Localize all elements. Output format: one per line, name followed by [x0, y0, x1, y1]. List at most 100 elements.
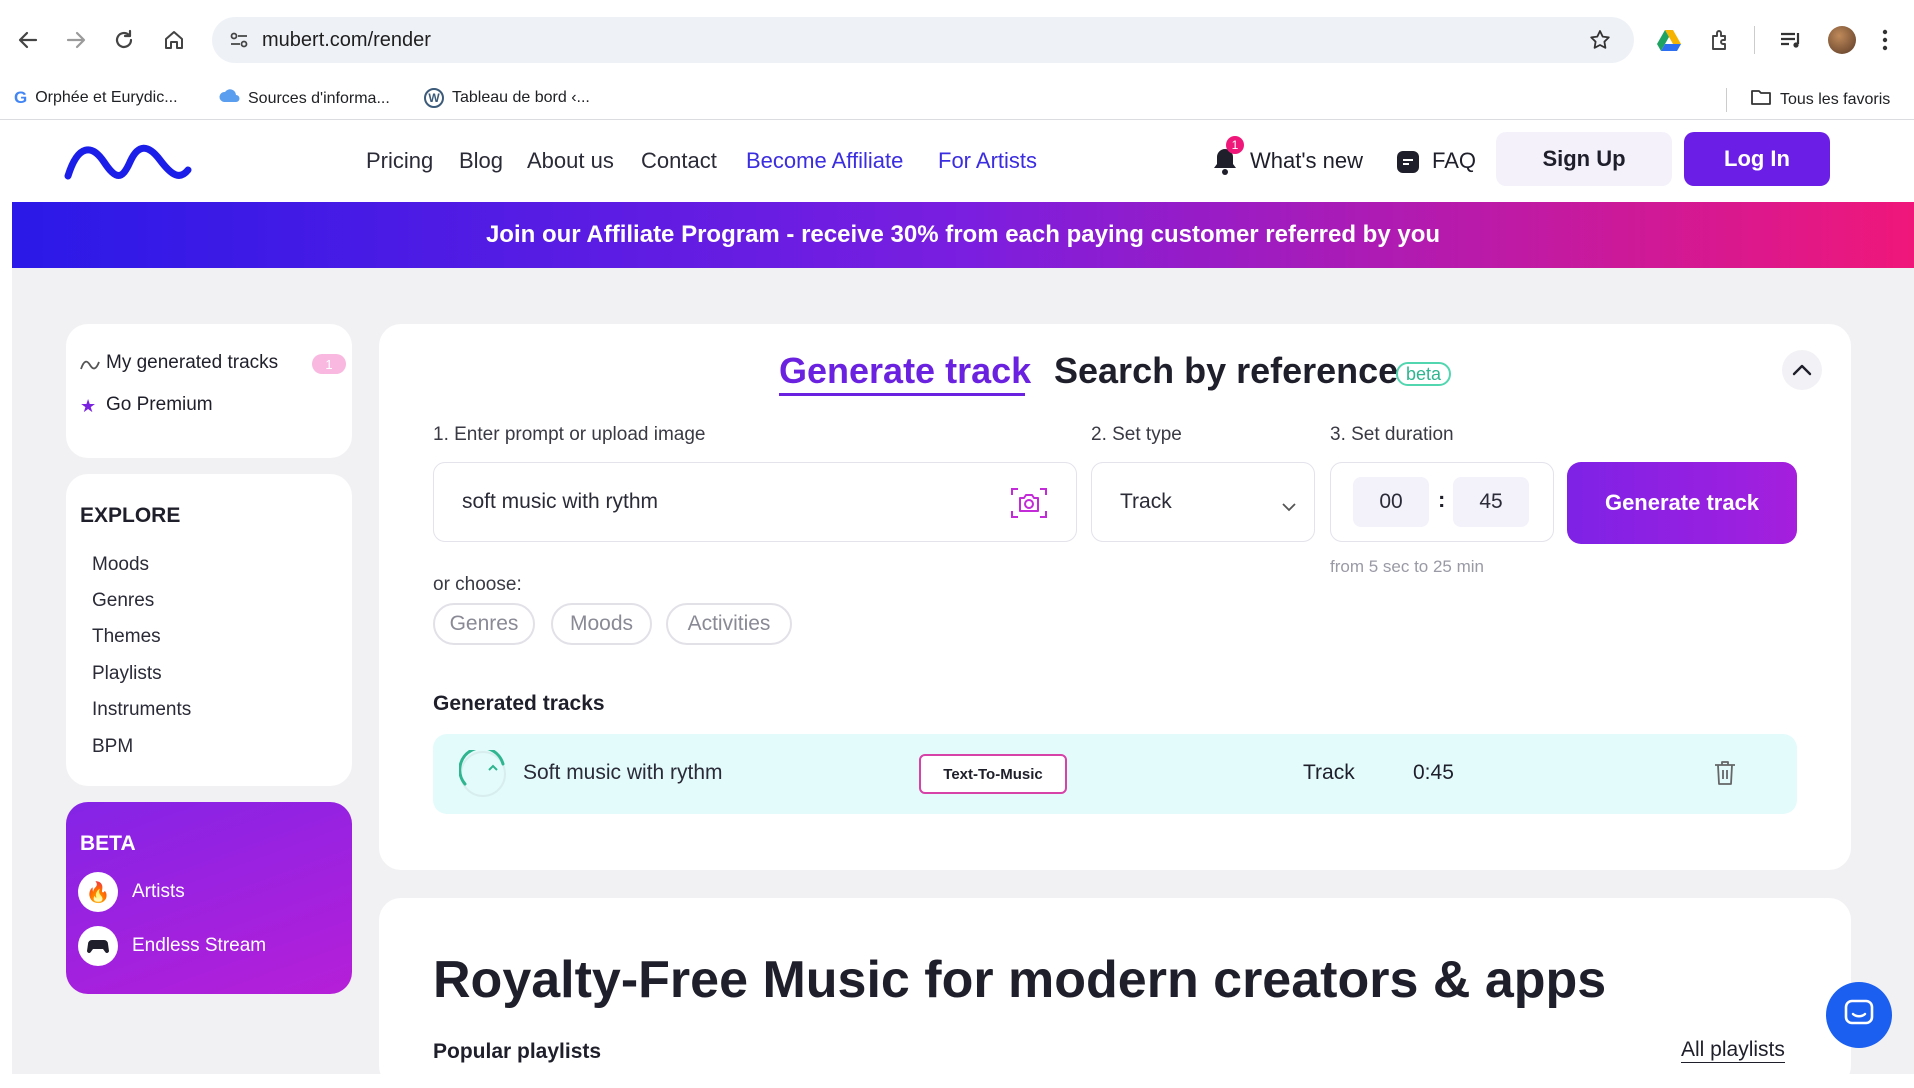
nav-blog[interactable]: Blog — [459, 148, 503, 174]
toolbar-divider — [1754, 26, 1755, 54]
nav-about[interactable]: About us — [527, 148, 614, 174]
go-premium-label: Go Premium — [106, 394, 213, 415]
step3-label: 3. Set duration — [1330, 424, 1454, 445]
camera-upload-icon[interactable] — [1010, 485, 1048, 526]
artists-label: Artists — [132, 881, 185, 902]
track-title: Soft music with rythm — [523, 761, 723, 784]
mubert-logo[interactable] — [64, 140, 192, 187]
or-choose-label: or choose: — [433, 574, 522, 595]
user-links-card: My generated tracks 1 ★ Go Premium — [66, 324, 352, 458]
duration-colon: : — [1438, 487, 1446, 512]
wordpress-icon: W — [424, 88, 444, 108]
browser-toolbar: mubert.com/render — [0, 0, 1914, 80]
type-value: Track — [1120, 490, 1172, 513]
my-tracks-label: My generated tracks — [106, 352, 279, 373]
forward-icon[interactable] — [58, 22, 94, 58]
explore-genres[interactable]: Genres — [92, 590, 154, 612]
signup-button[interactable]: Sign Up — [1496, 132, 1672, 186]
generate-track-button[interactable]: Generate track — [1567, 462, 1797, 544]
cloud-icon — [218, 88, 240, 109]
my-tracks-count-badge: 1 — [312, 354, 346, 374]
track-tag-badge: Text-To-Music — [919, 754, 1067, 794]
bookmark-item[interactable]: G Orphée et Eurydic... — [14, 88, 178, 108]
explore-card: EXPLORE Moods Genres Themes Playlists In… — [66, 474, 352, 786]
back-icon[interactable] — [10, 22, 46, 58]
drive-icon[interactable] — [1656, 28, 1682, 57]
track-duration: 0:45 — [1413, 761, 1454, 784]
promo-text: Join our Affiliate Program - receive 30%… — [485, 221, 1441, 248]
duration-input: 00 : 45 — [1330, 462, 1554, 542]
endless-stream-label: Endless Stream — [132, 935, 267, 956]
folder-icon — [1750, 88, 1772, 111]
google-icon: G — [14, 88, 28, 107]
beta-artists-link[interactable]: 🔥 Artists — [78, 872, 328, 914]
chip-activities[interactable]: Activities — [666, 603, 792, 645]
my-generated-tracks-link[interactable]: My generated tracks 1 — [80, 352, 346, 378]
nav-for-artists[interactable]: For Artists — [938, 148, 1037, 174]
media-control-icon[interactable] — [1778, 28, 1804, 57]
chevron-down-icon — [1282, 499, 1296, 517]
popular-playlists-title: Popular playlists — [433, 1040, 602, 1063]
chip-moods[interactable]: Moods — [551, 603, 652, 645]
explore-themes[interactable]: Themes — [92, 626, 161, 648]
site-header: Pricing Blog About us Contact Become Aff… — [12, 120, 1914, 202]
site-settings-icon[interactable] — [228, 29, 250, 56]
bookmark-item[interactable]: Sources d'informa... — [218, 88, 390, 109]
royalty-free-headline: Royalty-Free Music for modern creators &… — [433, 951, 1607, 1009]
bookmark-item[interactable]: W Tableau de bord ‹... — [424, 88, 590, 108]
affiliate-promo-banner[interactable]: Join our Affiliate Program - receive 30%… — [12, 202, 1914, 268]
step1-label: 1. Enter prompt or upload image — [433, 424, 706, 445]
explore-instruments[interactable]: Instruments — [92, 699, 191, 721]
all-playlists-link[interactable]: All playlists — [1681, 1038, 1785, 1063]
generated-track-row[interactable]: Soft music with rythm Text-To-Music Trac… — [433, 734, 1797, 814]
bookmarks-bar: G Orphée et Eurydic... Sources d'informa… — [0, 80, 1914, 120]
beta-endless-stream-link[interactable]: Endless Stream — [78, 926, 328, 968]
duration-hint: from 5 sec to 25 min — [1330, 557, 1485, 576]
go-premium-link[interactable]: ★ Go Premium — [80, 394, 320, 420]
trash-icon[interactable] — [1713, 760, 1737, 791]
nav-contact[interactable]: Contact — [641, 148, 717, 174]
beta-badge: beta — [1396, 362, 1452, 386]
duration-minutes-field[interactable]: 00 — [1353, 477, 1429, 527]
nav-become-affiliate[interactable]: Become Affiliate — [746, 148, 903, 174]
whats-new-label: What's new — [1250, 148, 1364, 173]
reload-icon[interactable] — [106, 22, 142, 58]
chip-genres[interactable]: Genres — [433, 603, 535, 645]
notification-badge: 1 — [1226, 136, 1244, 154]
star-icon: ★ — [80, 396, 97, 416]
type-select[interactable]: Track — [1091, 462, 1315, 542]
chat-button[interactable] — [1826, 982, 1892, 1048]
explore-playlists[interactable]: Playlists — [92, 663, 162, 685]
faq-label: FAQ — [1432, 148, 1477, 173]
collapse-chevron-up-icon[interactable] — [1782, 350, 1822, 390]
active-tab-underline — [779, 393, 1025, 396]
prompt-value: soft music with rythm — [462, 490, 659, 513]
bookmark-star-icon[interactable] — [1588, 28, 1612, 57]
beta-card: BETA 🔥 Artists Endless Stream — [66, 802, 352, 994]
bookmark-label: Tableau de bord ‹... — [452, 89, 590, 106]
nav-pricing[interactable]: Pricing — [366, 148, 433, 174]
bookmark-label: Sources d'informa... — [248, 89, 390, 107]
gamepad-icon — [78, 926, 118, 966]
home-icon[interactable] — [156, 22, 192, 58]
extensions-icon[interactable] — [1708, 28, 1732, 57]
explore-title: EXPLORE — [80, 504, 181, 527]
explore-moods[interactable]: Moods — [92, 554, 149, 576]
faq-icon — [1396, 150, 1420, 179]
menu-dots-icon[interactable] — [1880, 28, 1890, 57]
generated-tracks-title: Generated tracks — [433, 692, 605, 715]
prompt-input[interactable]: soft music with rythm — [433, 462, 1077, 542]
all-bookmarks[interactable]: Tous les favoris — [1750, 88, 1890, 111]
track-type: Track — [1303, 761, 1355, 784]
tab-generate-track[interactable]: Generate track — [779, 350, 1031, 392]
explore-bpm[interactable]: BPM — [92, 736, 133, 758]
profile-avatar[interactable] — [1828, 26, 1856, 54]
step2-label: 2. Set type — [1091, 424, 1182, 445]
tab-search-by-reference[interactable]: Search by reference — [1054, 350, 1398, 392]
beta-title: BETA — [80, 832, 136, 855]
bookmark-label: Orphée et Eurydic... — [35, 89, 178, 106]
duration-seconds-field[interactable]: 45 — [1453, 477, 1529, 527]
address-bar[interactable]: mubert.com/render — [212, 17, 1634, 63]
all-bookmarks-label: Tous les favoris — [1780, 90, 1891, 108]
login-button[interactable]: Log In — [1684, 132, 1830, 186]
